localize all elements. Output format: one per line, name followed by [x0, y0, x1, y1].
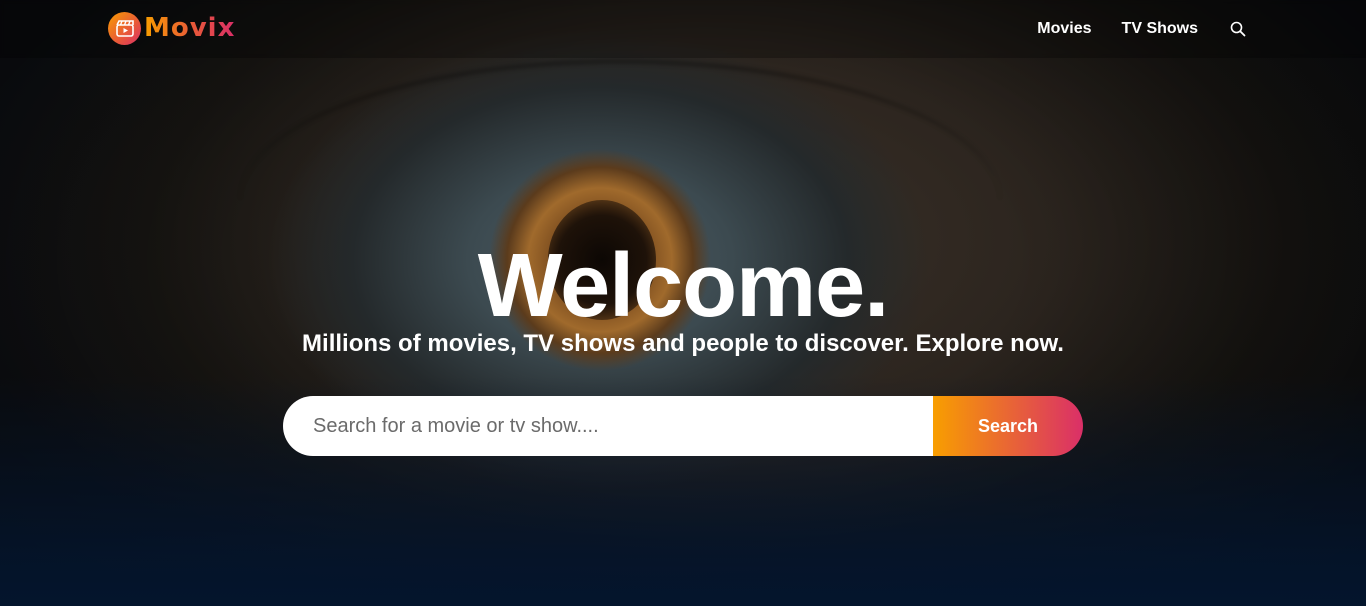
- hero-content: Welcome. Millions of movies, TV shows an…: [0, 0, 1366, 606]
- hero-subtitle: Millions of movies, TV shows and people …: [302, 330, 1064, 357]
- hero-search-bar: Search: [283, 396, 1083, 456]
- search-button[interactable]: Search: [933, 396, 1083, 456]
- hero-title: Welcome.: [477, 236, 890, 336]
- search-input[interactable]: [283, 396, 933, 456]
